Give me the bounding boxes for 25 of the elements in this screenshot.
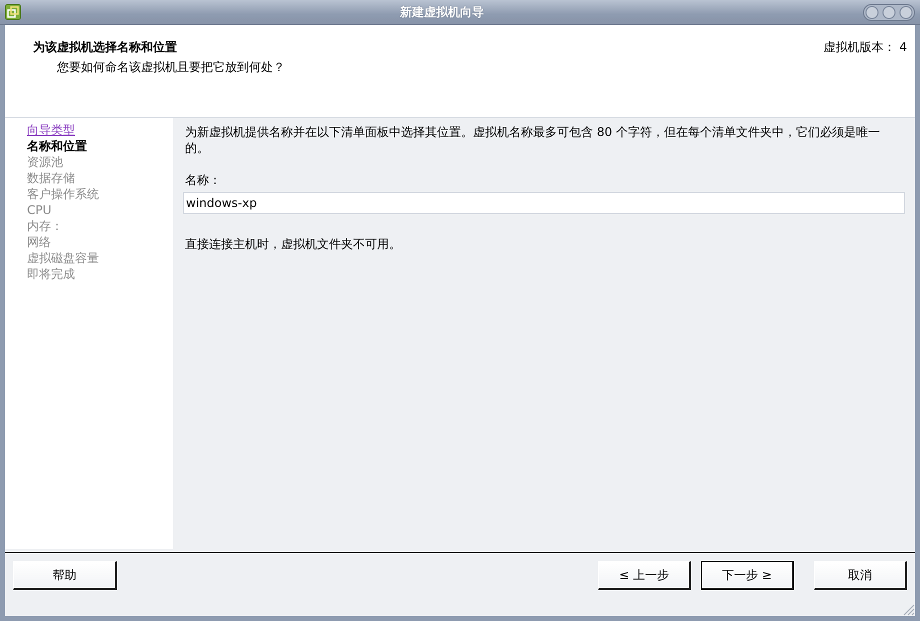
name-label: 名称： [185,172,221,189]
page-title: 为该虚拟机选择名称和位置 [33,39,177,56]
window-title: 新建虚拟机向导 [399,4,485,20]
cancel-button[interactable]: 取消 [814,561,907,590]
nav-button[interactable]: 下一步 ≥ [701,561,794,590]
step-item: 资源池 [27,154,63,170]
step-item: 数据存储 [27,170,75,186]
help-button[interactable]: 帮助 [13,561,117,590]
step-item: 网络 [27,234,51,250]
step-item: 名称和位置 [27,138,87,154]
step-item: 客户操作系统 [27,186,99,202]
description-text: 为新虚拟机提供名称并在以下清单面板中选择其位置。虚拟机名称最多可包含 80 个字符，但在每个清单文件夹中，它们必须是唯一的。 [185,124,881,156]
note-text: 直接连接主机时，虚拟机文件夹不可用。 [185,236,401,253]
step-item: 内存： [27,218,63,234]
page-subtitle: 您要如何命名该虚拟机且要把它放到何处？ [57,59,285,76]
nav-button[interactable]: ≤ 上一步 [598,561,691,590]
name-input-field[interactable]: windows-xp [183,192,905,214]
window-controls-icon[interactable] [863,4,915,20]
step-item: 虚拟磁盘容量 [27,250,99,266]
step-item: CPU [27,202,52,218]
version-label: 虚拟机版本： 4 [824,39,907,56]
app-icon [5,4,21,20]
resize-grip-icon[interactable] [903,604,915,616]
step-item: 即将完成 [27,266,75,282]
step-link[interactable]: 向导类型 [27,122,75,138]
